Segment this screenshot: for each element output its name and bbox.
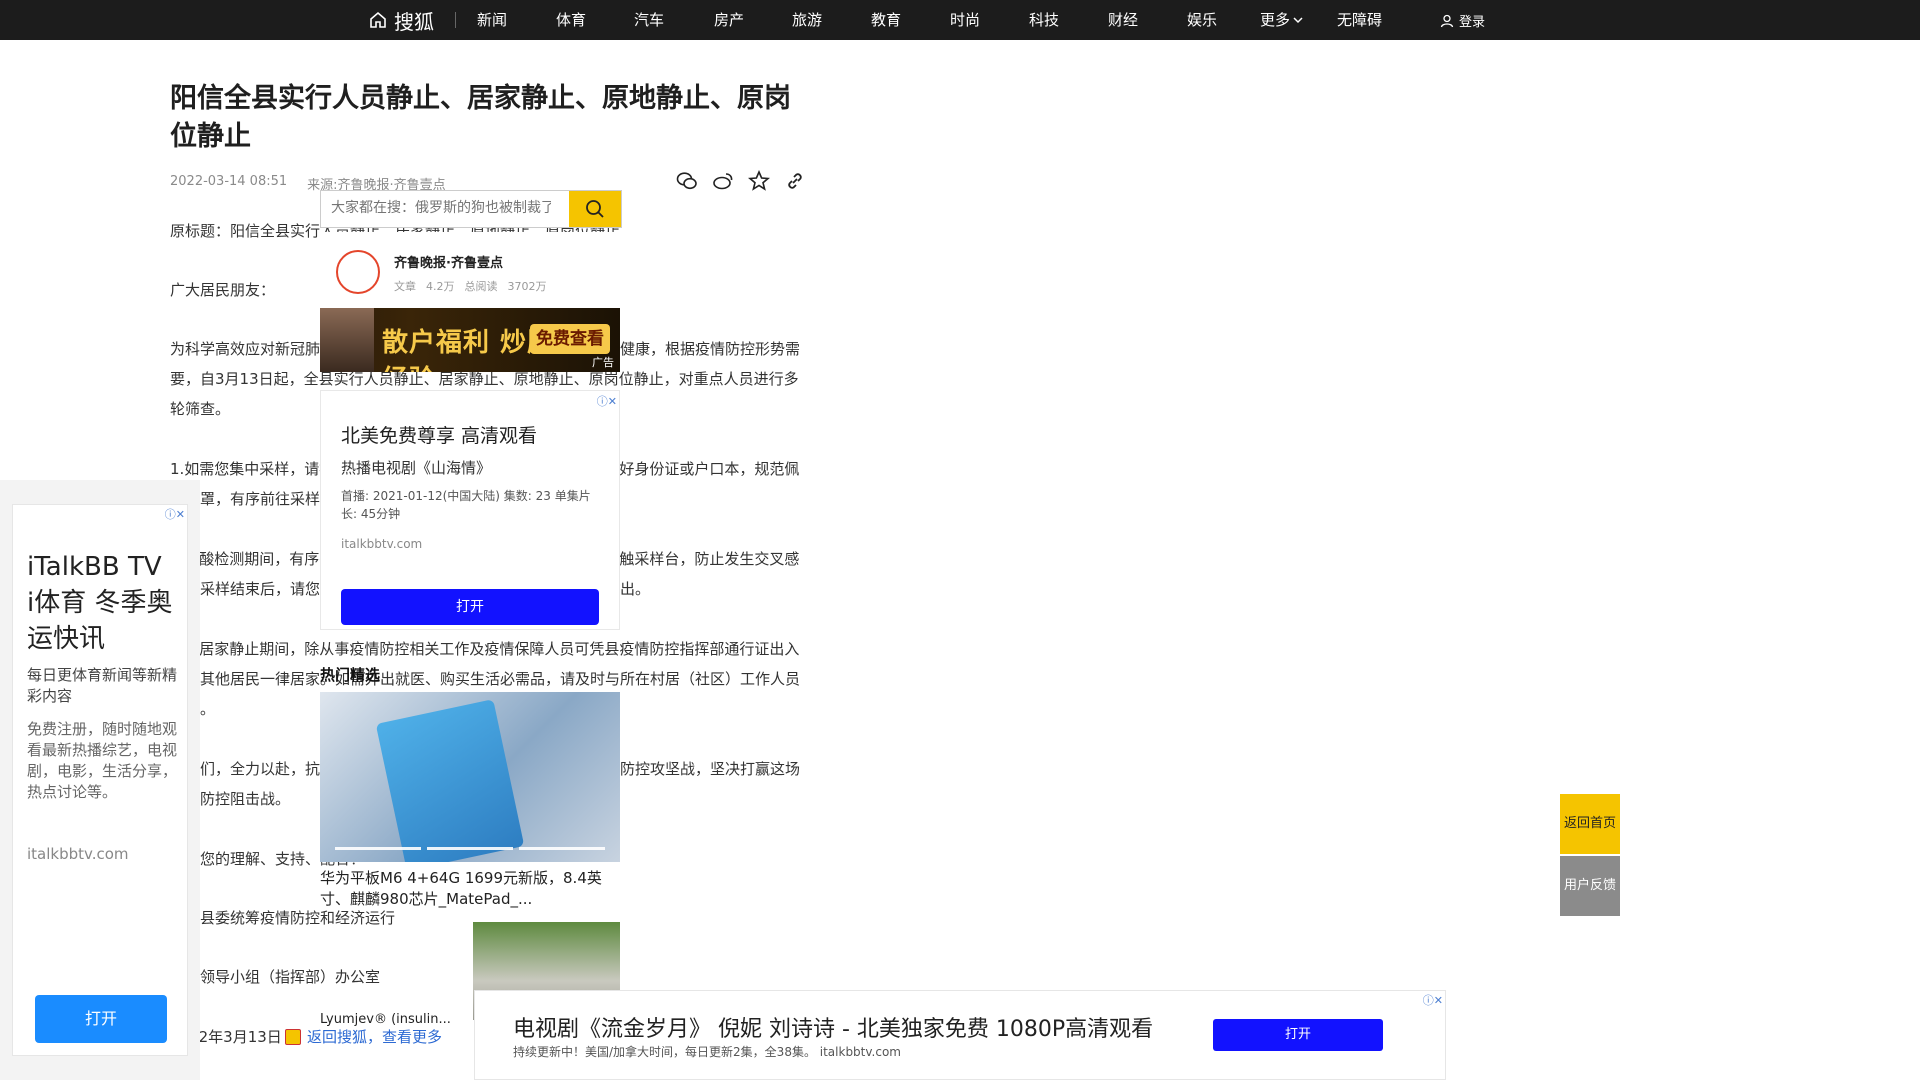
hot-picks: 热门精选 华为平板M6 4+64G 1699元新版，8.4英寸、麒麟980芯片_… xyxy=(320,664,620,910)
home-label: 搜狐 xyxy=(394,9,434,34)
left-ad-title: iTalkBB TV i体育 冬季奥运快讯 xyxy=(27,552,173,654)
hot-picks-image[interactable] xyxy=(320,692,620,862)
search-box xyxy=(320,190,622,228)
nav-news[interactable]: 新闻 xyxy=(477,10,507,30)
hot-picks-caption[interactable]: 华为平板M6 4+64G 1699元新版，8.4英寸、麒麟980芯片_MateP… xyxy=(320,868,620,910)
nav-more-label: 更多 xyxy=(1260,11,1291,29)
login-label: 登录 xyxy=(1459,15,1486,30)
bottom-ad-sub: 持续更新中！美国/加拿大时间，每日更新2集，全38集。 italkbbtv.co… xyxy=(513,1045,901,1059)
author-stats: 文章 4.2万 总阅读 3702万 xyxy=(394,278,547,294)
bottom-ad-title: 电视剧《流金岁月》 倪妮 刘诗诗 - 北美独家免费 1080P高清观看 xyxy=(513,1017,1154,1042)
stock-banner-ad[interactable]: 散户福利 炒股实战经验 免费查看 广告 xyxy=(320,308,620,372)
home-link[interactable]: 搜狐 xyxy=(368,8,434,34)
bottom-ad[interactable]: ⓘ✕ 电视剧《流金岁月》 倪妮 刘诗诗 - 北美独家免费 1080P高清观看 持… xyxy=(474,990,1446,1080)
ad-close-icon[interactable]: ⓘ✕ xyxy=(597,393,617,409)
nav-finance[interactable]: 财经 xyxy=(1108,10,1138,30)
carousel-indicators[interactable] xyxy=(335,847,605,850)
left-side-ad: ⓘ✕ iTalkBB TV i体育 冬季奥运快讯 每日更体育新闻等新精彩内容 免… xyxy=(0,480,200,1080)
login-link[interactable]: 登录 xyxy=(1440,11,1485,30)
tablet-image xyxy=(375,699,525,862)
author-logo xyxy=(336,250,380,294)
bottom-ad-close-icon[interactable]: ⓘ✕ xyxy=(1423,992,1443,1008)
banner-person-image xyxy=(320,308,374,372)
home-icon xyxy=(370,11,386,28)
nav-accessibility[interactable]: 无障碍 xyxy=(1337,10,1382,30)
ad-label: 广告 xyxy=(592,356,614,369)
left-ad-sub2: 免费注册，随时随地观看最新热播综艺，电视剧，电影，生活分享，热点讨论等。 xyxy=(27,720,178,801)
nav-tech[interactable]: 科技 xyxy=(1029,10,1059,30)
tv-ad-subtitle: 热播电视剧《山海情》 xyxy=(341,459,492,477)
reads-count: 3702万 xyxy=(507,280,547,293)
recommend-caption[interactable]: Lyumjev® (insulin... xyxy=(320,1012,451,1027)
left-ad-open-button[interactable]: 打开 xyxy=(35,995,167,1043)
back-to-sohu[interactable]: 返回搜狐，查看更多 xyxy=(285,1026,442,1047)
nav-auto[interactable]: 汽车 xyxy=(634,10,664,30)
nav-entertainment[interactable]: 娱乐 xyxy=(1187,10,1217,30)
articles-count: 4.2万 xyxy=(426,280,455,293)
share-bar xyxy=(676,169,806,192)
tv-ad-card[interactable]: ⓘ✕ 北美免费尊享 高清观看 热播电视剧《山海情》 首播: 2021-01-12… xyxy=(320,390,620,630)
nav-realestate[interactable]: 房产 xyxy=(714,10,744,30)
author-name[interactable]: 齐鲁晚报·齐鲁壹点 xyxy=(394,252,503,271)
left-ad-domain: italkbbtv.com xyxy=(27,845,129,863)
article-date: 2022-03-14 08:51 xyxy=(170,174,288,189)
nav-sports[interactable]: 体育 xyxy=(556,10,586,30)
user-icon xyxy=(1440,14,1454,27)
star-icon[interactable] xyxy=(747,169,771,192)
tv-ad-domain: italkbbtv.com xyxy=(341,537,423,551)
link-icon[interactable] xyxy=(784,170,806,192)
author-card[interactable]: 齐鲁晚报·齐鲁壹点 文章 4.2万 总阅读 3702万 xyxy=(320,232,620,308)
back-to-sohu-link[interactable]: 返回搜狐，查看更多 xyxy=(307,1026,442,1047)
user-feedback-button[interactable]: 用户反馈 xyxy=(1560,856,1620,916)
nav-education[interactable]: 教育 xyxy=(871,10,901,30)
tv-ad-open-button[interactable]: 打开 xyxy=(341,589,599,625)
nav-more[interactable]: 更多 xyxy=(1260,10,1303,30)
nav-divider xyxy=(455,12,456,28)
search-input[interactable] xyxy=(321,191,561,225)
article-title: 阳信全县实行人员静止、居家静止、原地静止、原岗位静止 xyxy=(170,83,791,152)
tv-ad-title: 北美免费尊享 高清观看 xyxy=(341,425,538,447)
search-icon xyxy=(586,200,604,218)
nav-travel[interactable]: 旅游 xyxy=(792,10,822,30)
reads-label: 总阅读 xyxy=(464,280,498,293)
search-button[interactable] xyxy=(569,191,621,227)
nav-fashion[interactable]: 时尚 xyxy=(950,10,980,30)
bottom-ad-open-button[interactable]: 打开 xyxy=(1213,1019,1383,1051)
left-ad-sub1: 每日更体育新闻等新精彩内容 xyxy=(27,666,178,705)
banner-button[interactable]: 免费查看 xyxy=(530,324,610,354)
weibo-icon[interactable] xyxy=(712,170,734,192)
chevron-down-icon xyxy=(1293,17,1303,24)
left-ad-close-icon[interactable]: ⓘ✕ xyxy=(165,506,185,522)
back-to-home-button[interactable]: 返回首页 xyxy=(1560,794,1620,854)
hot-picks-label: 热门精选 xyxy=(320,666,381,684)
wechat-icon[interactable] xyxy=(676,170,698,192)
sohu-logo-icon xyxy=(285,1028,301,1045)
left-ad-card[interactable]: ⓘ✕ iTalkBB TV i体育 冬季奥运快讯 每日更体育新闻等新精彩内容 免… xyxy=(12,504,188,1056)
tv-ad-info: 首播: 2021-01-12(中国大陆) 集数: 23 单集片长: 45分钟 xyxy=(341,489,591,521)
articles-label: 文章 xyxy=(394,280,416,293)
top-nav: 搜狐 新闻 体育 汽车 房产 旅游 教育 时尚 科技 财经 娱乐 更多 无障碍 … xyxy=(0,0,1920,40)
